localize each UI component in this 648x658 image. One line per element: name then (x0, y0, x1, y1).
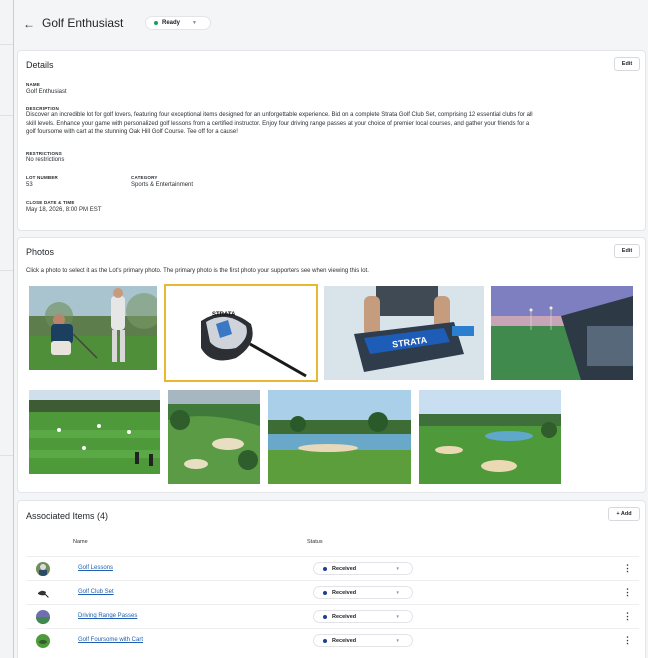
item-status-dropdown[interactable]: Received ▼ (313, 634, 413, 647)
photos-instructions: Click a photo to select it as the Lot's … (26, 268, 369, 274)
item-status-dropdown[interactable]: Received ▼ (313, 586, 413, 599)
category-value: Sports & Entertainment (131, 182, 194, 188)
item-status-label: Received (332, 613, 357, 620)
column-header-name: Name (73, 539, 88, 545)
add-item-button[interactable]: + Add (608, 507, 640, 521)
restrictions-value: No restrictions (26, 157, 65, 163)
more-options-icon[interactable]: ⋮ (623, 563, 632, 574)
item-thumbnail (36, 634, 50, 648)
item-name-link[interactable]: Golf Foursome with Cart (78, 637, 143, 643)
status-dot-icon (323, 614, 327, 619)
more-options-icon[interactable]: ⋮ (623, 635, 632, 646)
svg-text:STRATA: STRATA (212, 312, 236, 318)
item-status-label: Received (332, 637, 357, 644)
close-date-value: May 18, 2026, 8:00 PM EST (26, 207, 102, 213)
more-options-icon[interactable]: ⋮ (623, 611, 632, 622)
item-thumbnail (36, 610, 50, 624)
lot-status-dropdown[interactable]: Ready ▼ (145, 16, 211, 30)
details-edit-button[interactable]: Edit (614, 57, 640, 71)
photo-golf-lesson[interactable] (29, 286, 157, 370)
background-divider (0, 44, 14, 45)
item-name-link[interactable]: Golf Club Set (78, 589, 114, 595)
photo-lake-course[interactable] (268, 390, 411, 484)
lot-number-value: 53 (26, 182, 33, 188)
associated-items-card: Associated Items (4) + Add Name Status G… (17, 500, 646, 658)
name-label: NAME (26, 82, 41, 87)
item-status-dropdown[interactable]: Received ▼ (313, 562, 413, 575)
photo-fairway-view[interactable] (419, 390, 561, 484)
column-header-status: Status (307, 539, 323, 545)
item-thumbnail (36, 562, 50, 576)
photo-range-targets[interactable] (29, 390, 160, 474)
item-name-link[interactable]: Driving Range Passes (78, 613, 137, 619)
item-thumbnail (36, 586, 50, 600)
category-label: CATEGORY (131, 175, 158, 180)
chevron-down-icon: ▼ (395, 590, 400, 595)
photos-heading: Photos (26, 247, 55, 257)
description-line: skill levels. Enhance your game with per… (26, 120, 530, 127)
background-divider (0, 270, 14, 271)
chevron-down-icon: ▼ (395, 638, 400, 643)
table-row: Golf Lessons Received ▼ ⋮ (26, 556, 639, 580)
associated-items-heading: Associated Items (4) (26, 511, 109, 521)
more-options-icon[interactable]: ⋮ (623, 587, 632, 598)
background-sidebar-strip (0, 0, 14, 658)
photo-golf-driver-primary[interactable]: STRATA (164, 284, 318, 382)
status-dot-icon (323, 638, 327, 643)
name-value: Golf Enthusiast (26, 89, 67, 95)
close-date-label: CLOSE DATE & TIME (26, 200, 75, 205)
lot-number-label: LOT NUMBER (26, 175, 58, 180)
description-line: Discover an incredible lot for golf love… (26, 112, 533, 118)
photos-card: Photos Edit Click a photo to select it a… (17, 237, 646, 493)
status-dot-icon (323, 590, 327, 595)
chevron-down-icon: ▼ (395, 566, 400, 571)
photo-driving-range-evening[interactable] (491, 286, 633, 380)
table-row: Golf Club Set Received ▼ ⋮ (26, 580, 639, 604)
background-divider (0, 115, 14, 116)
chevron-down-icon: ▼ (395, 614, 400, 619)
item-status-label: Received (332, 589, 357, 596)
page-title: Golf Enthusiast (42, 16, 124, 30)
item-status-dropdown[interactable]: Received ▼ (313, 610, 413, 623)
details-card: Details Edit NAME Golf Enthusiast DESCRI… (17, 50, 646, 231)
item-name-link[interactable]: Golf Lessons (78, 565, 113, 571)
description-line: golf foursome with cart at the stunning … (26, 129, 238, 135)
lot-status-label: Ready (162, 20, 181, 26)
photos-edit-button[interactable]: Edit (614, 244, 640, 258)
status-dot-icon (154, 21, 158, 25)
table-row: Driving Range Passes Received ▼ ⋮ (26, 604, 639, 628)
item-status-label: Received (332, 565, 357, 572)
photo-course-aerial[interactable] (168, 390, 260, 484)
arrow-left-icon[interactable]: ← (23, 17, 35, 31)
background-divider (0, 455, 14, 456)
lot-detail-panel: ← Golf Enthusiast Ready ▼ Details Edit N… (13, 0, 648, 658)
table-row: Golf Foursome with Cart Received ▼ ⋮ (26, 628, 639, 652)
status-dot-icon (323, 566, 327, 571)
chevron-down-icon: ▼ (192, 20, 197, 26)
page-header: ← Golf Enthusiast Ready ▼ (14, 0, 648, 46)
details-heading: Details (26, 60, 54, 70)
photo-golf-bag[interactable]: STRATA (324, 286, 484, 380)
